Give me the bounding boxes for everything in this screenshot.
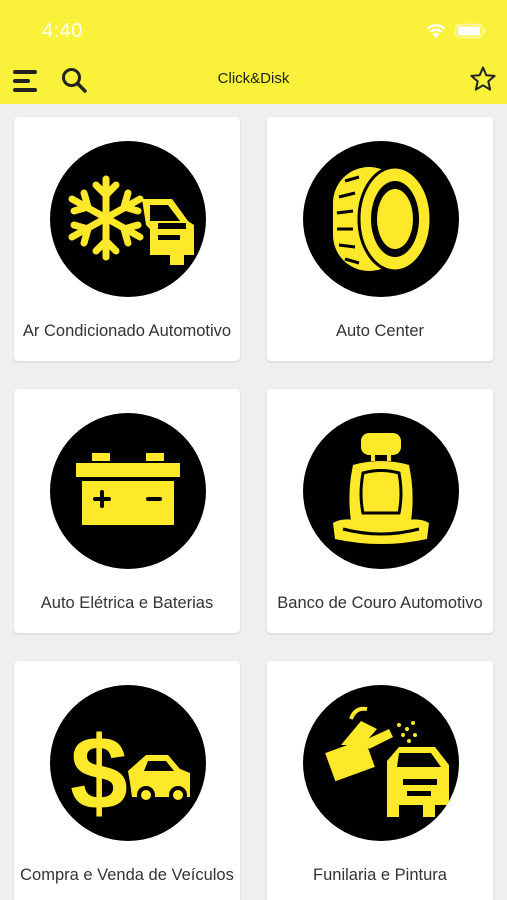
category-card-banco-de-couro[interactable]: Banco de Couro Automotivo	[267, 389, 493, 633]
category-card-ar-condicionado[interactable]: Ar Condicionado Automotivo	[14, 117, 240, 361]
app-title: Click&Disk	[217, 70, 290, 87]
category-label: Compra e Venda de Veículos	[20, 865, 234, 884]
category-card-auto-center[interactable]: Auto Center	[267, 117, 493, 361]
category-label: Ar Condicionado Automotivo	[22, 321, 232, 340]
star-outline-icon	[470, 66, 496, 91]
dollar-car-icon: $	[70, 716, 190, 832]
status-bar: 4:40	[0, 0, 507, 56]
wifi-icon	[426, 24, 446, 38]
status-icons	[425, 21, 487, 41]
category-icon-circle: $	[50, 685, 206, 841]
category-label: Funilaria e Pintura	[313, 865, 447, 884]
battery-status-icon	[455, 23, 486, 39]
snowflake-car-icon	[68, 175, 194, 265]
battery-icon	[76, 453, 180, 525]
category-card-compra-e-venda[interactable]: $ Compra e Venda de Veículos	[14, 661, 240, 900]
status-time: 4:40	[42, 20, 83, 42]
category-card-funilaria-e-pintura[interactable]: Funilaria e Pintura	[267, 661, 493, 900]
app-bar: Click&Disk	[0, 56, 507, 104]
category-label: Auto Center	[335, 321, 425, 340]
category-icon-circle	[303, 413, 459, 569]
svg-text:$: $	[70, 716, 128, 832]
category-label: Banco de Couro Automotivo	[277, 593, 483, 612]
category-icon-circle	[50, 413, 206, 569]
spray-gun-car-icon	[325, 706, 449, 817]
category-label: Auto Elétrica e Baterias	[40, 593, 214, 612]
tire-icon	[333, 165, 433, 273]
category-card-auto-eletrica[interactable]: Auto Elétrica e Baterias	[14, 389, 240, 633]
favorite-button[interactable]	[469, 65, 497, 93]
category-icon-circle	[50, 141, 206, 297]
category-grid: Ar Condicionado Automotivo Auto Center A…	[0, 104, 507, 900]
category-icon-circle	[303, 685, 459, 841]
car-seat-icon	[333, 433, 429, 544]
category-icon-circle	[303, 141, 459, 297]
